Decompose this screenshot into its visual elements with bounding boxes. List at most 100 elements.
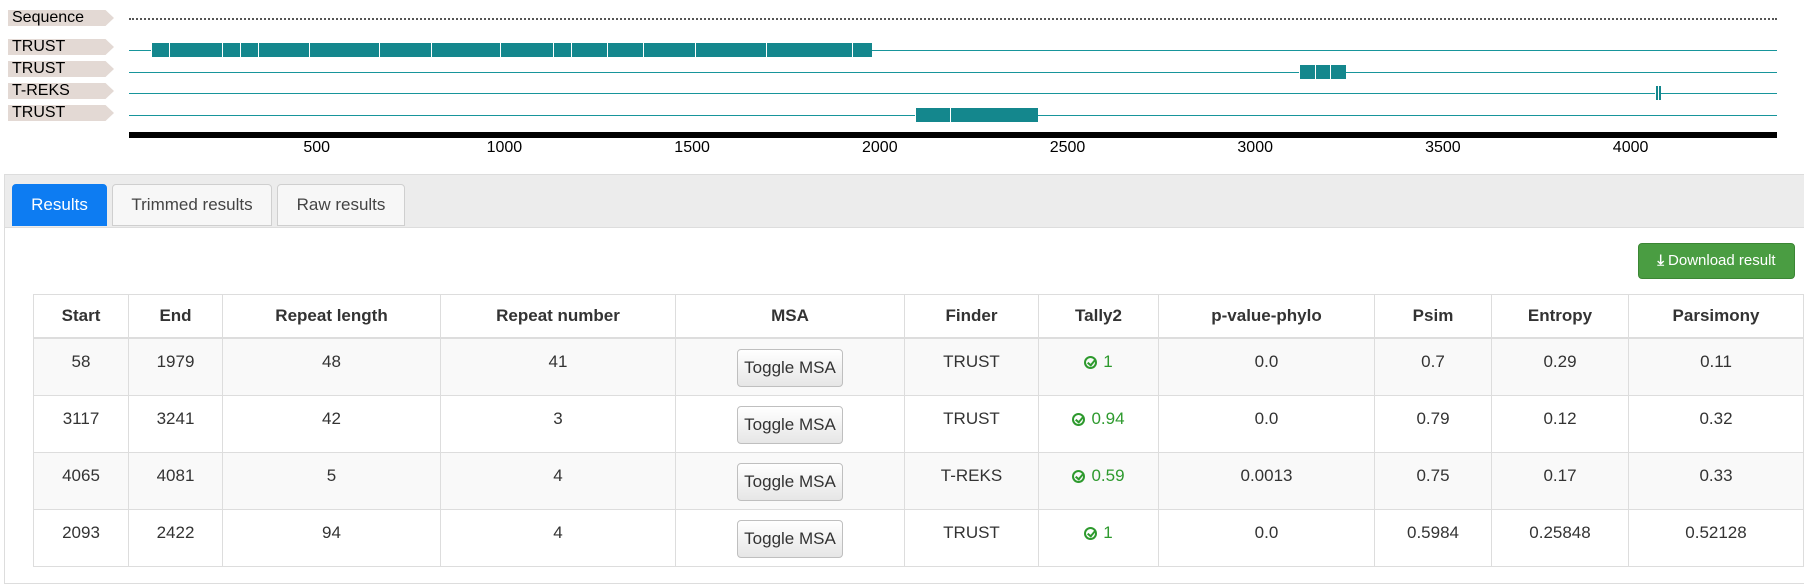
cell-tally2: 1 [1038,337,1159,396]
check-circle-icon [1072,412,1086,426]
repeat-segment[interactable] [1314,65,1331,79]
column-header-start: Start [33,294,129,339]
cell-end: 2422 [128,508,223,567]
cell-msa: Toggle MSA [675,394,905,453]
toggle-msa-button[interactable]: Toggle MSA [737,405,843,444]
cell-repeat-length: 94 [222,508,441,567]
column-header-repeat-length: Repeat length [222,294,441,339]
cell-start: 4065 [33,451,129,510]
cell-end: 1979 [128,337,223,396]
axis-tick-label: 500 [303,139,331,156]
table-row: 2093 2422 94 4 Toggle MSA TRUST 1 0.0 0.… [33,508,1804,567]
repeat-segment[interactable] [221,43,240,57]
repeat-segment[interactable] [239,43,258,57]
cell-p-value-phylo: 0.0 [1158,337,1375,396]
cell-p-value-phylo: 0.0 [1158,394,1375,453]
column-header-finder: Finder [904,294,1039,339]
column-header-tally2: Tally2 [1038,294,1159,339]
axis-tick-label: 4000 [1612,139,1649,156]
repeat-segment[interactable] [571,43,608,57]
check-circle-icon [1084,526,1098,540]
results-panel: Results Trimmed results Raw results ⤓ Dow… [4,174,1804,584]
cell-msa: Toggle MSA [675,451,905,510]
tally2-value: 0.94 [1091,408,1125,428]
axis-tick-label: 2000 [862,139,898,156]
repeat-segment[interactable] [914,108,950,122]
repeat-segment[interactable] [1299,65,1315,79]
tab-trimmed-results[interactable]: Trimmed results [112,184,272,226]
repeat-segment[interactable] [852,43,872,57]
track-label-1: TRUST [8,39,114,55]
track-label-4: TRUST [8,105,114,121]
axis-tick-label: 1000 [486,139,523,156]
column-header-repeat-number: Repeat number [440,294,676,339]
column-header-entropy: Entropy [1491,294,1629,339]
cell-finder: TRUST [904,394,1039,453]
cell-entropy: 0.29 [1491,337,1629,396]
repeat-segment[interactable] [1657,86,1661,100]
repeat-segment[interactable] [150,43,169,57]
cell-parsimony: 0.32 [1628,394,1804,453]
cell-start: 58 [33,337,129,396]
table-row: 4065 4081 5 4 Toggle MSA T-REKS 0.59 0.0… [33,451,1804,510]
repeat-segment[interactable] [431,43,501,57]
download-icon: ⤓ [1657,252,1665,269]
column-header-parsimony: Parsimony [1628,294,1804,339]
repeat-segment[interactable] [949,108,1039,122]
repeat-segment[interactable] [168,43,222,57]
repeat-segment[interactable] [607,43,644,57]
repeat-segment[interactable] [695,43,766,57]
cell-entropy: 0.12 [1491,394,1629,453]
toggle-msa-button[interactable]: Toggle MSA [737,462,843,501]
axis-tick-label: 2500 [1049,139,1086,156]
cell-parsimony: 0.11 [1628,337,1804,396]
track-line-3 [129,93,1777,94]
cell-psim: 0.75 [1374,451,1492,510]
repeat-segment[interactable] [643,43,696,57]
track-label-3: T-REKS [8,83,114,99]
download-result-button[interactable]: ⤓ Download result [1638,243,1795,279]
repeat-segment[interactable] [500,43,554,57]
cell-end: 4081 [128,451,223,510]
tab-bar: Results Trimmed results Raw results [5,175,1804,228]
tab-results[interactable]: Results [12,184,107,226]
repeat-segment[interactable] [1330,65,1346,79]
check-circle-icon [1072,469,1086,483]
tally2-value: 1 [1103,522,1113,542]
table-row: 3117 3241 42 3 Toggle MSA TRUST 0.94 0.0… [33,394,1804,453]
tab-raw-results[interactable]: Raw results [277,184,405,226]
cell-repeat-number: 4 [440,508,676,567]
cell-repeat-length: 48 [222,337,441,396]
cell-end: 3241 [128,394,223,453]
cell-psim: 0.5984 [1374,508,1492,567]
column-header-p-value-phylo: p-value-phylo [1158,294,1375,339]
repeat-segment[interactable] [553,43,572,57]
axis-tick-label: 3000 [1237,139,1273,156]
cell-repeat-number: 3 [440,394,676,453]
cell-msa: Toggle MSA [675,337,905,396]
cell-entropy: 0.25848 [1491,508,1629,567]
results-table: Start End Repeat length Repeat number MS… [33,294,1804,567]
check-circle-icon [1084,356,1098,369]
repeat-segment[interactable] [765,43,853,57]
cell-parsimony: 0.33 [1628,451,1804,510]
axis-tick-label: 3500 [1425,139,1461,156]
repeat-segment[interactable] [379,43,432,57]
track-label-2: TRUST [8,61,114,77]
tally2-value: 0.59 [1091,465,1125,485]
toggle-msa-button[interactable]: Toggle MSA [737,349,843,387]
table-row: 58 1979 48 41 Toggle MSA TRUST 1 0.0 0.7… [33,337,1804,396]
cell-start: 3117 [33,394,129,453]
toggle-msa-button[interactable]: Toggle MSA [737,519,843,558]
cell-psim: 0.79 [1374,394,1492,453]
axis-tick-label: 1500 [674,139,710,156]
column-header-psim: Psim [1374,294,1492,339]
repeat-segment[interactable] [308,43,380,57]
cell-entropy: 0.17 [1491,451,1629,510]
cell-p-value-phylo: 0.0013 [1158,451,1375,510]
repeat-segment[interactable] [257,43,309,57]
cell-start: 2093 [33,508,129,567]
column-header-msa: MSA [675,294,905,339]
cell-p-value-phylo: 0.0 [1158,508,1375,567]
sequence-axis [129,132,1777,138]
